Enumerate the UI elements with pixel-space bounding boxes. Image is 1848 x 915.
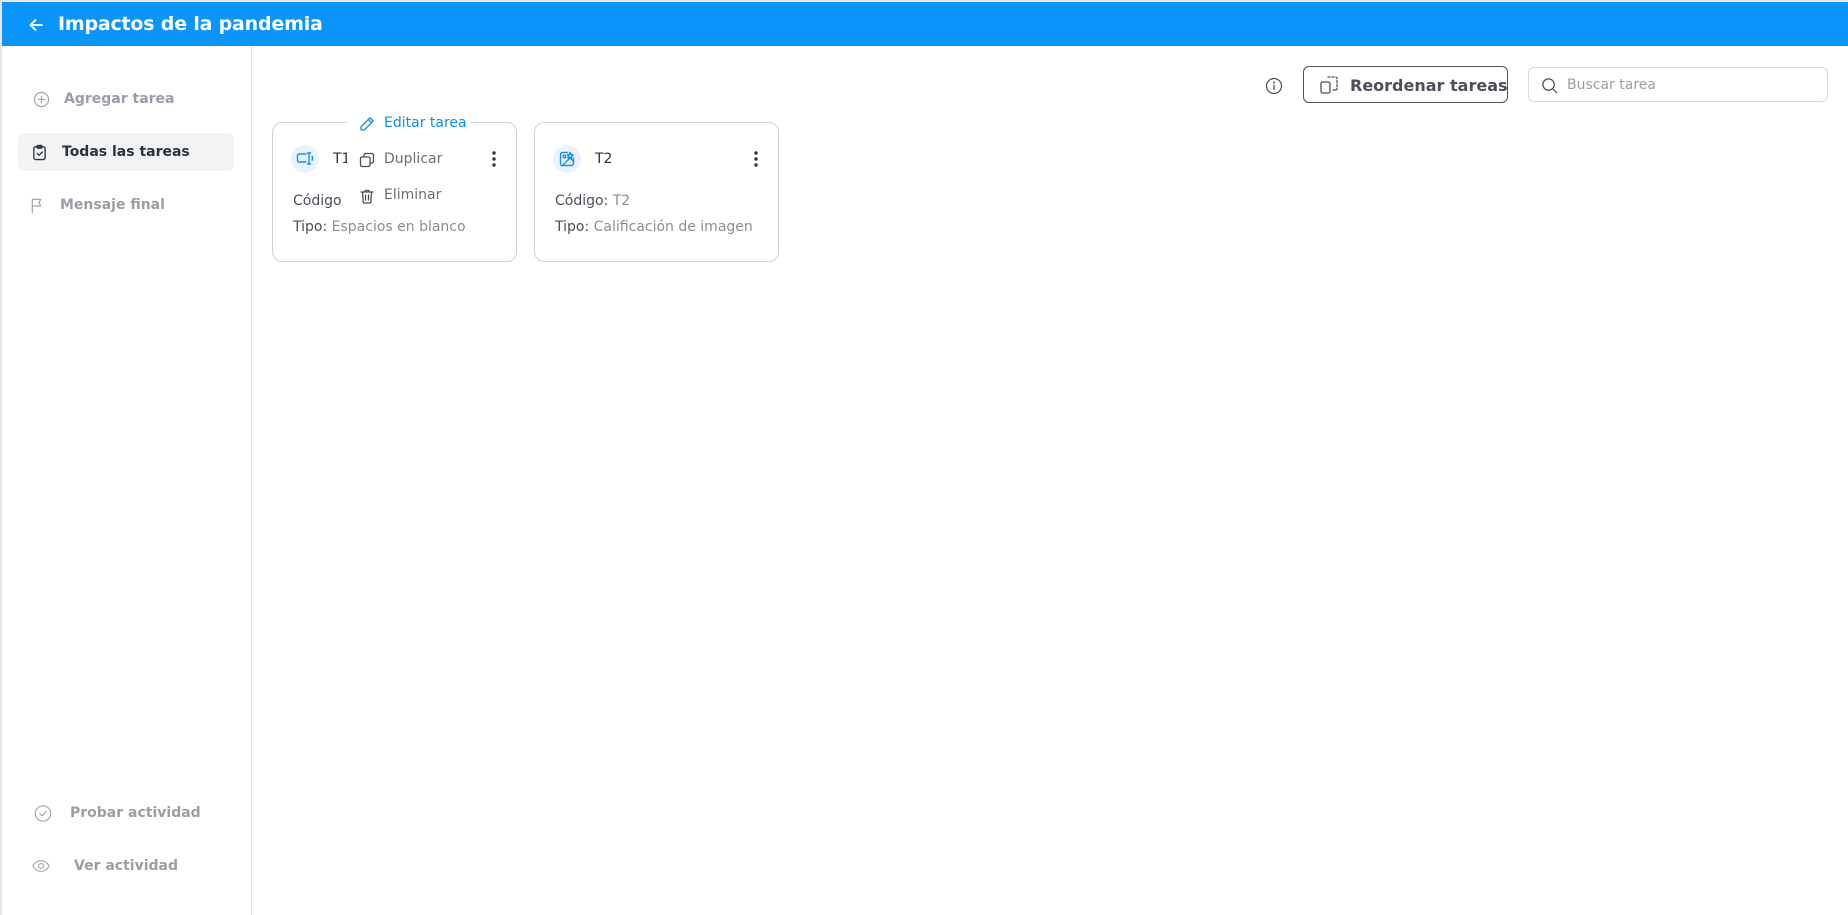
- sidebar-item-label: Todas las tareas: [62, 144, 190, 160]
- copy-icon: [359, 152, 375, 168]
- blanks-icon: [291, 145, 319, 173]
- menu-item-label: Eliminar: [384, 187, 442, 203]
- duplicate-menu-item[interactable]: Duplicar: [353, 146, 465, 174]
- task-type: Tipo: Espacios en blanco: [293, 219, 466, 235]
- edit-task-menu-item[interactable]: Editar tarea: [353, 110, 467, 138]
- task-type: Tipo: Calificación de imagen: [555, 219, 753, 235]
- plus-circle-icon: [32, 90, 50, 108]
- more-vertical-icon[interactable]: [750, 149, 762, 169]
- reorder-tasks-button[interactable]: Reordenar tareas: [1303, 66, 1508, 103]
- sidebar-item-add-task[interactable]: Agregar tarea: [18, 80, 234, 118]
- info-button[interactable]: [1264, 76, 1284, 96]
- search-input[interactable]: [1567, 68, 1817, 101]
- search-icon: [1541, 77, 1558, 94]
- reorder-icon: [1319, 75, 1339, 95]
- trash-icon: [359, 188, 375, 204]
- eye-icon: [32, 857, 50, 875]
- sidebar-item-view-activity[interactable]: Ver actividad: [18, 847, 234, 885]
- delete-menu-item[interactable]: Eliminar: [353, 182, 465, 210]
- task-context-menu: Editar tarea Duplicar Eliminar: [347, 110, 471, 214]
- reorder-tasks-label: Reordenar tareas: [1350, 76, 1508, 95]
- menu-item-label: Duplicar: [384, 151, 443, 167]
- image-rating-icon: [553, 145, 581, 173]
- sidebar-item-label: Ver actividad: [74, 858, 178, 874]
- search-box: [1528, 67, 1828, 102]
- clipboard-check-icon: [30, 143, 48, 161]
- menu-item-label: Editar tarea: [384, 115, 467, 131]
- sidebar: Agregar tarea Todas las tareas Mensaje f…: [2, 46, 252, 915]
- top-bar: Impactos de la pandemia: [2, 2, 1848, 46]
- sidebar-item-test-activity[interactable]: Probar actividad: [18, 794, 234, 832]
- sidebar-item-label: Mensaje final: [60, 197, 165, 213]
- task-code: Código: [293, 193, 342, 209]
- sidebar-item-all-tasks[interactable]: Todas las tareas: [18, 133, 234, 171]
- pencil-icon: [359, 116, 375, 132]
- task-card-t2[interactable]: T2 Código: T2 Tipo: Calificación de imag…: [534, 122, 779, 262]
- arrow-left-icon: [29, 19, 43, 31]
- sidebar-item-label: Probar actividad: [70, 805, 201, 821]
- check-circle-icon: [34, 804, 52, 822]
- task-code: Código: T2: [555, 193, 631, 209]
- more-vertical-icon[interactable]: [488, 149, 500, 169]
- sidebar-item-final-message[interactable]: Mensaje final: [18, 186, 234, 224]
- sidebar-item-label: Agregar tarea: [64, 91, 175, 107]
- info-icon: [1265, 77, 1283, 95]
- page-title: Impactos de la pandemia: [58, 13, 323, 35]
- flag-icon: [28, 196, 46, 214]
- task-name: T2: [595, 151, 613, 167]
- back-button[interactable]: [26, 15, 46, 35]
